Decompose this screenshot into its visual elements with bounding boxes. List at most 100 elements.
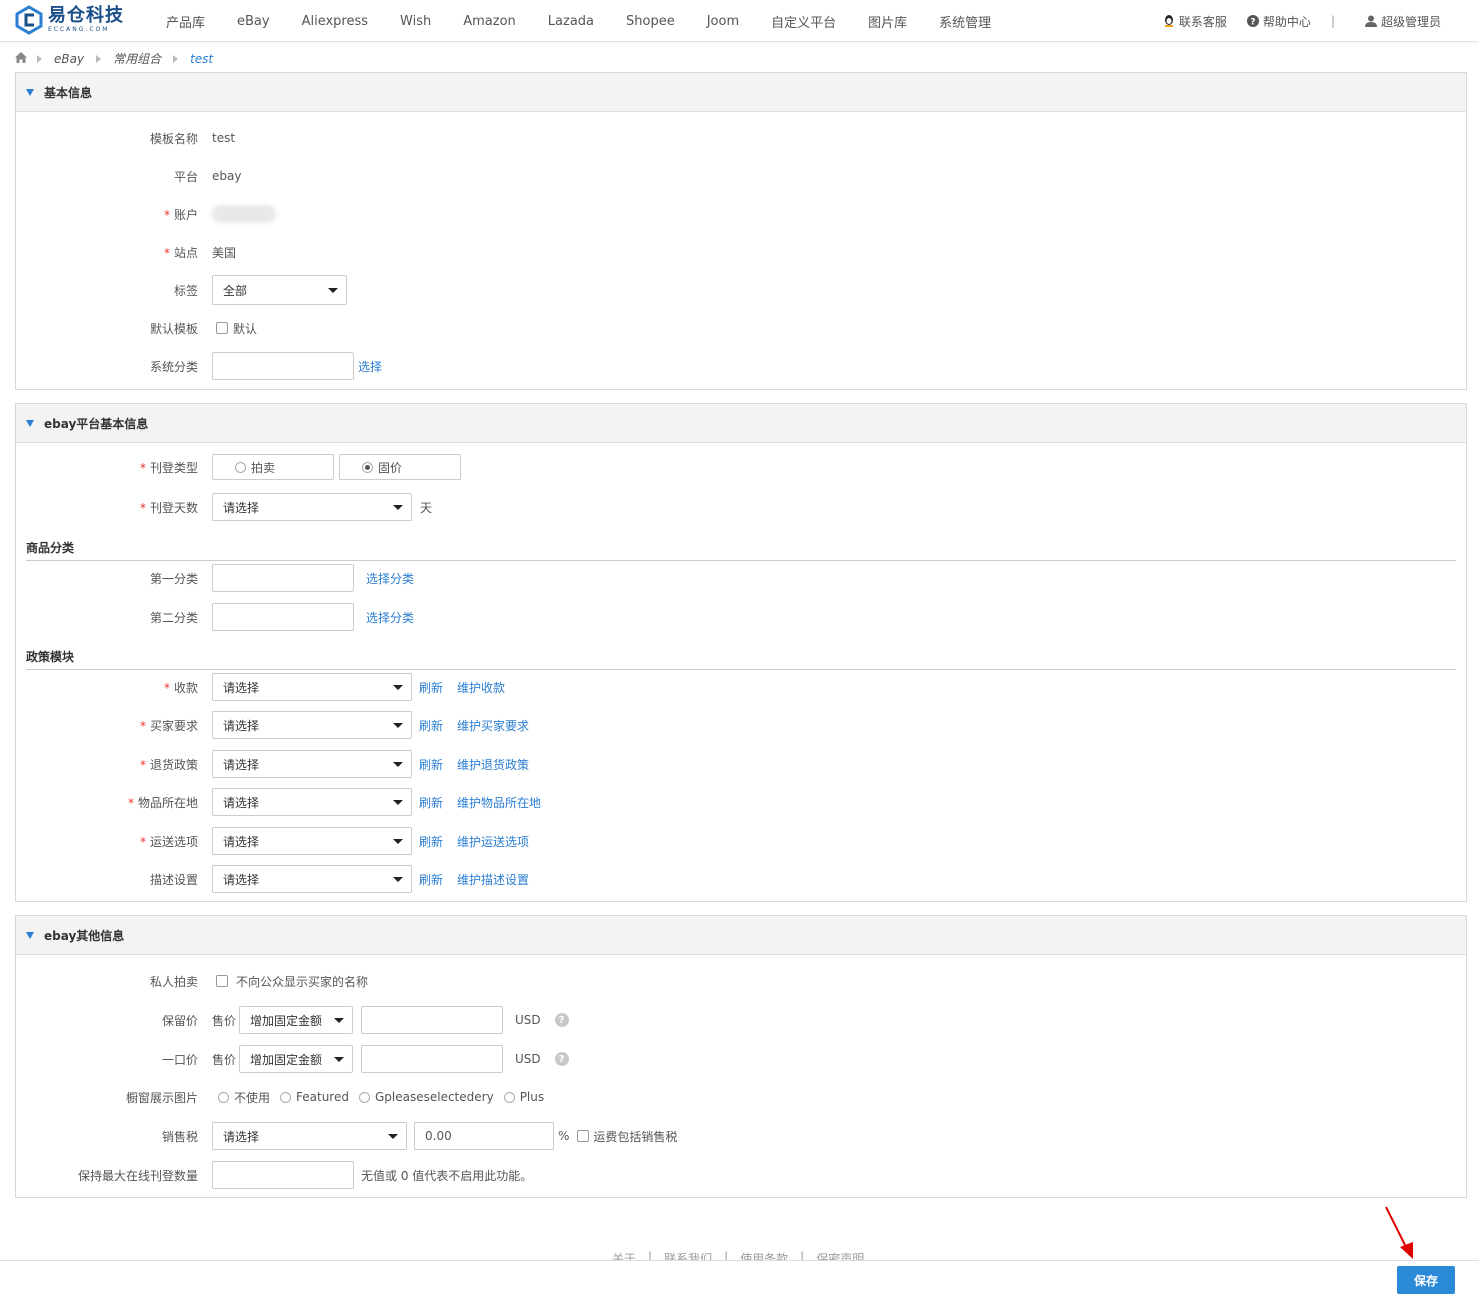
nav-product-library[interactable]: 产品库 <box>150 12 221 31</box>
maintain-location-link[interactable]: 维护物品所在地 <box>457 794 541 811</box>
policy-row-shipping: * 运送选项 请选择 刷新 维护运送选项 <box>16 826 1466 856</box>
chevron-down-icon <box>393 685 403 690</box>
gallery-row: 橱窗展示图片 不使用 Featured Gpleaseselectedery P… <box>16 1082 1466 1112</box>
logo[interactable]: 易仓科技 ECCANG.COM <box>14 5 124 35</box>
auction-option[interactable]: 拍卖 <box>212 454 334 480</box>
system-category-input[interactable] <box>212 352 354 380</box>
section-divider <box>26 669 1456 670</box>
sales-tax-select[interactable]: 请选择 <box>212 1122 407 1150</box>
sales-tax-row: 销售税 请选择 0.00 % 运费包括销售税 <box>16 1121 1466 1151</box>
reserve-adjust-select[interactable]: 增加固定金额 <box>239 1006 354 1034</box>
nav-amazon[interactable]: Amazon <box>447 14 532 29</box>
maintain-payment-link[interactable]: 维护收款 <box>457 679 505 696</box>
first-category-row: 第一分类 选择分类 <box>16 563 1466 593</box>
first-category-choose-link[interactable]: 选择分类 <box>366 570 414 587</box>
home-icon[interactable] <box>15 51 27 66</box>
fixed-price-label: 固价 <box>378 460 403 475</box>
nav-joom[interactable]: Joom <box>691 14 755 29</box>
nav-custom-platform[interactable]: 自定义平台 <box>755 12 852 31</box>
nav-separator: | <box>1330 14 1335 28</box>
nav-lazada[interactable]: Lazada <box>532 14 610 29</box>
chevron-down-icon <box>328 288 338 293</box>
top-nav: 易仓科技 ECCANG.COM 产品库 eBay Aliexpress Wish… <box>0 0 1479 42</box>
ebay-basic-panel: ebay平台基本信息 * 刊登类型 拍卖 固价 * 刊登天数 请选择 天 商品分类 … <box>15 403 1467 902</box>
tag-select[interactable]: 全部 <box>212 275 347 305</box>
default-template-label: 默认模板 <box>149 321 198 336</box>
sales-tax-label: 销售税 <box>161 1129 198 1144</box>
shipping-options-select[interactable]: 请选择 <box>212 827 412 855</box>
auction-radio[interactable] <box>235 461 246 473</box>
account-value-blurred <box>212 205 276 223</box>
maintain-return-link[interactable]: 维护退货政策 <box>457 756 529 773</box>
refresh-link[interactable]: 刷新 <box>419 756 443 773</box>
adjust-select-value: 增加固定金额 <box>250 1052 323 1067</box>
nav-aliexpress[interactable]: Aliexpress <box>286 14 384 29</box>
first-category-input[interactable] <box>212 564 354 592</box>
collapse-triangle-icon <box>26 931 34 939</box>
ebay-other-header[interactable]: ebay其他信息 <box>16 916 1466 955</box>
logo-icon <box>14 5 44 35</box>
gallery-gallery-radio[interactable] <box>358 1091 370 1103</box>
nav-shopee[interactable]: Shopee <box>610 14 691 29</box>
nav-ebay[interactable]: eBay <box>221 14 286 29</box>
listing-type-row: * 刊登类型 拍卖 固价 <box>16 452 1466 482</box>
default-checkbox[interactable] <box>216 322 228 334</box>
save-button[interactable]: 保存 <box>1397 1266 1455 1294</box>
section-divider <box>26 560 1456 561</box>
refresh-link[interactable]: 刷新 <box>419 871 443 888</box>
return-policy-select[interactable]: 请选择 <box>212 750 412 778</box>
maintain-description-link[interactable]: 维护描述设置 <box>457 871 529 888</box>
buy-it-now-input[interactable] <box>361 1045 504 1073</box>
contact-service-link[interactable]: 联系客服 <box>1163 13 1227 30</box>
template-name-value: test <box>212 131 236 145</box>
reserve-price-input[interactable] <box>361 1006 504 1034</box>
category-section-title: 商品分类 <box>26 541 75 555</box>
maintain-shipping-link[interactable]: 维护运送选项 <box>457 833 529 850</box>
fixed-price-option[interactable]: 固价 <box>339 454 461 480</box>
gallery-plus-radio[interactable] <box>503 1091 515 1103</box>
auction-label: 拍卖 <box>251 460 276 475</box>
maintain-buyer-requirements-link[interactable]: 维护买家要求 <box>457 717 529 734</box>
help-icon[interactable]: ? <box>554 1013 569 1027</box>
listing-days-select[interactable]: 请选择 <box>212 493 412 521</box>
private-auction-checkbox[interactable] <box>216 975 228 987</box>
refresh-link[interactable]: 刷新 <box>419 833 443 850</box>
percent-sign: % <box>558 1129 570 1143</box>
bin-adjust-select[interactable]: 增加固定金额 <box>239 1045 354 1073</box>
refresh-link[interactable]: 刷新 <box>419 717 443 734</box>
breadcrumb-ebay[interactable]: eBay <box>54 52 84 66</box>
help-center-link[interactable]: ? 帮助中心 <box>1246 13 1311 30</box>
refresh-link[interactable]: 刷新 <box>419 679 443 696</box>
site-row: * 站点 美国 <box>16 237 1466 267</box>
gallery-featured-radio[interactable] <box>280 1091 292 1103</box>
user-menu[interactable]: 超级管理员 <box>1364 13 1441 30</box>
refresh-link[interactable]: 刷新 <box>419 794 443 811</box>
sales-tax-rate-input[interactable]: 0.00 <box>414 1122 554 1150</box>
second-category-input[interactable] <box>212 603 354 631</box>
item-location-select[interactable]: 请选择 <box>212 788 412 816</box>
basic-info-header[interactable]: 基本信息 <box>16 73 1466 112</box>
breadcrumb-common-combo[interactable]: 常用组合 <box>113 50 161 67</box>
system-category-choose-link[interactable]: 选择 <box>358 358 382 375</box>
nav-system-management[interactable]: 系统管理 <box>923 12 1007 31</box>
fixed-price-radio[interactable] <box>362 461 373 473</box>
gallery-option-label: Plus <box>519 1090 545 1104</box>
max-listings-input[interactable] <box>212 1161 354 1189</box>
second-category-choose-link[interactable]: 选择分类 <box>366 609 414 626</box>
qq-icon <box>1163 15 1175 27</box>
policy-label: 描述设置 <box>149 872 198 887</box>
payment-policy-select[interactable]: 请选择 <box>212 673 412 701</box>
nav-wish[interactable]: Wish <box>384 14 447 29</box>
description-settings-select[interactable]: 请选择 <box>212 865 412 893</box>
chevron-down-icon <box>393 762 403 767</box>
policy-select-value: 请选择 <box>223 680 260 695</box>
buyer-requirements-select[interactable]: 请选择 <box>212 711 412 739</box>
breadcrumb-current: test <box>190 51 214 66</box>
second-category-label: 第二分类 <box>149 610 198 625</box>
help-icon[interactable]: ? <box>554 1052 569 1066</box>
gallery-none-radio[interactable] <box>218 1091 229 1103</box>
ebay-basic-header[interactable]: ebay平台基本信息 <box>16 404 1466 443</box>
chevron-down-icon <box>393 877 403 882</box>
nav-image-library[interactable]: 图片库 <box>852 12 923 31</box>
shipping-includes-tax-checkbox[interactable] <box>577 1130 590 1142</box>
